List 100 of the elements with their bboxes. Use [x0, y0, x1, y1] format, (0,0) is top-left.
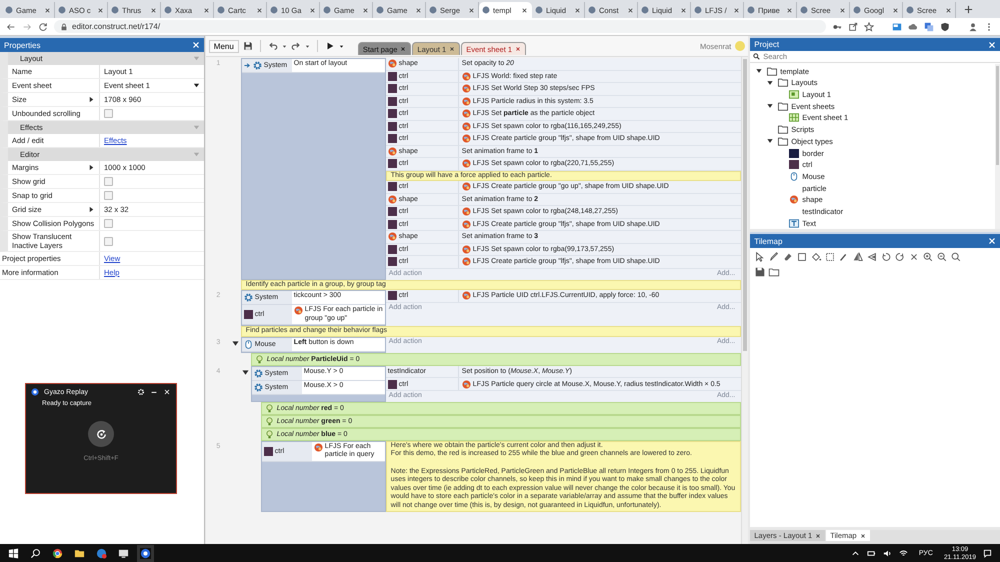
record-button[interactable] [88, 421, 114, 447]
play-icon[interactable] [324, 41, 335, 51]
close-icon[interactable] [362, 6, 369, 14]
close-icon[interactable] [860, 532, 866, 538]
caret-icon[interactable] [304, 44, 310, 48]
star-icon[interactable] [864, 22, 874, 32]
close-icon[interactable] [627, 6, 634, 14]
eraser-icon[interactable] [782, 251, 794, 263]
replay-icon [94, 428, 108, 440]
expand-arrow-icon[interactable] [88, 206, 95, 213]
browser-icon[interactable] [52, 548, 63, 559]
folder-icon [778, 136, 788, 146]
checkbox[interactable] [104, 191, 113, 200]
profile-icon[interactable] [968, 22, 978, 32]
collapse-arrow-icon[interactable] [756, 68, 762, 74]
scrollbar[interactable] [741, 57, 748, 544]
close-icon[interactable] [786, 6, 793, 14]
rotate-left-icon[interactable] [880, 251, 892, 263]
caret-icon[interactable] [192, 82, 200, 89]
close-icon[interactable] [468, 6, 475, 14]
page-icon [323, 6, 331, 14]
close-icon[interactable] [449, 46, 456, 52]
zoom-icon[interactable] [950, 251, 962, 263]
folder-icon [778, 125, 788, 134]
close-icon[interactable] [945, 6, 952, 14]
undo-icon[interactable] [268, 41, 278, 51]
close-icon[interactable] [521, 6, 528, 14]
close-icon[interactable] [839, 6, 846, 14]
collapse-arrow-icon[interactable] [767, 103, 774, 110]
address-field[interactable]: editor.construct.net/r174/ [54, 20, 826, 33]
rotate-right-icon[interactable] [894, 251, 906, 263]
checkbox[interactable] [104, 109, 113, 118]
pointer-icon[interactable] [754, 251, 766, 263]
gear-icon [244, 293, 253, 302]
cloud-icon[interactable] [908, 22, 918, 32]
close-icon[interactable] [574, 6, 581, 14]
sprite-icon [388, 182, 397, 192]
reload-icon[interactable] [38, 22, 48, 32]
save-icon[interactable] [754, 266, 766, 278]
network-icon[interactable] [898, 549, 908, 558]
ball-icon [462, 380, 471, 389]
extension-icon[interactable] [892, 22, 902, 32]
flip-horizontal-icon[interactable] [852, 251, 864, 263]
folder-icon[interactable] [768, 266, 780, 278]
sprite-icon [244, 310, 253, 320]
battery-icon[interactable] [866, 549, 876, 558]
close-icon[interactable] [680, 6, 687, 14]
collapse-arrow-icon[interactable] [242, 368, 250, 376]
rectangle-icon[interactable] [796, 251, 808, 263]
close-icon[interactable] [97, 6, 104, 14]
close-icon[interactable] [256, 6, 263, 14]
collapse-arrow-icon[interactable] [767, 80, 774, 86]
zoom-out-icon[interactable] [936, 251, 948, 263]
sprite-icon [388, 291, 397, 300]
collapse-arrow-icon[interactable] [767, 138, 774, 144]
close-icon[interactable] [892, 6, 899, 14]
windows-logo-icon[interactable] [8, 548, 19, 559]
new-tab-icon[interactable] [964, 5, 973, 14]
ball-icon [462, 109, 471, 118]
paint-bucket-icon[interactable] [810, 251, 822, 263]
close-icon[interactable] [203, 6, 210, 14]
zoom-in-icon[interactable] [922, 251, 934, 263]
close-icon[interactable] [44, 6, 51, 14]
selection-icon[interactable] [824, 251, 836, 263]
folder-icon [778, 78, 788, 88]
close-icon[interactable] [815, 532, 822, 538]
menu-button[interactable]: Menu [208, 40, 239, 52]
pencil-icon[interactable] [768, 251, 780, 263]
flip-vertical-icon[interactable] [866, 251, 878, 263]
close-icon[interactable] [733, 6, 740, 14]
checkbox[interactable] [104, 177, 113, 186]
expand-arrow-icon[interactable] [88, 96, 95, 103]
caret-icon[interactable] [282, 44, 287, 48]
collapse-arrow-icon[interactable] [232, 340, 240, 347]
redo-icon[interactable] [290, 41, 301, 51]
monitor-icon[interactable] [118, 548, 129, 559]
volume-icon[interactable] [882, 549, 892, 558]
app-icon[interactable] [140, 548, 151, 559]
back-icon[interactable] [6, 22, 16, 32]
close-icon[interactable] [150, 6, 157, 14]
share-icon[interactable] [848, 22, 858, 32]
close-icon[interactable] [415, 6, 422, 14]
panel-title: Tilemap [754, 236, 782, 246]
checkbox[interactable] [104, 219, 113, 228]
folder-icon[interactable] [74, 548, 85, 559]
checkbox[interactable] [104, 236, 113, 246]
sprite-icon [388, 159, 397, 168]
save-icon[interactable] [242, 41, 253, 51]
notification-icon[interactable] [983, 549, 992, 558]
search-icon[interactable] [30, 548, 41, 559]
ball-icon [388, 232, 397, 242]
page-icon [217, 6, 225, 14]
shield-icon[interactable] [940, 22, 950, 32]
translate-icon[interactable] [924, 22, 934, 32]
close-icon[interactable] [309, 6, 316, 14]
scrollbar[interactable] [995, 64, 1000, 229]
chevron-up-icon[interactable] [850, 549, 860, 558]
caret-icon[interactable] [338, 44, 344, 48]
settings-icon[interactable] [137, 388, 145, 396]
expand-arrow-icon[interactable] [88, 164, 95, 171]
